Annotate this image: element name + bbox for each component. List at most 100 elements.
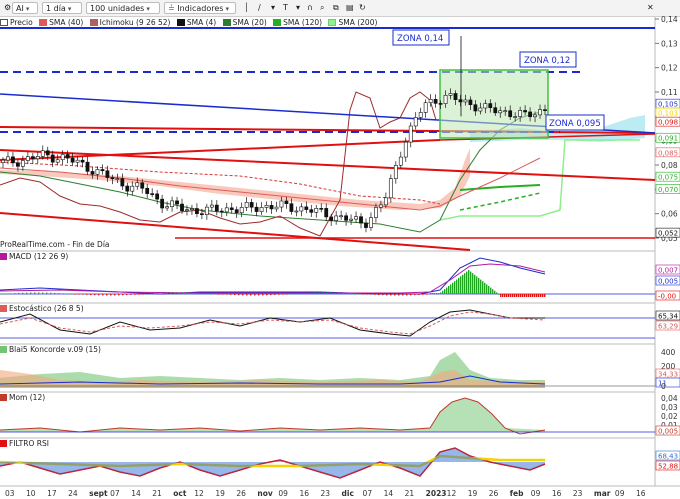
macd-bar (528, 294, 530, 297)
candle-body (150, 193, 155, 195)
date-axis-label: 14 (131, 489, 141, 498)
macd-bar (456, 279, 458, 294)
macd-bar (74, 294, 76, 295)
candle-body (40, 150, 45, 157)
price-tag-label: 0,070 (658, 186, 678, 194)
candle-body (264, 205, 269, 208)
macd-bar (130, 294, 132, 295)
date-axis-label: 26 (236, 489, 246, 498)
date-axis-label: 14 (384, 489, 394, 498)
candle-body (125, 185, 130, 192)
candle-body (523, 110, 528, 113)
macd-bar (492, 289, 494, 294)
macd-bar (322, 292, 324, 294)
candle-body (319, 208, 324, 210)
date-axis-label: 10 (26, 489, 36, 498)
candle-body (284, 200, 289, 204)
macd-bar (178, 292, 180, 294)
macd-bar (102, 294, 104, 296)
mom-panel-label[interactable]: Mom (12) (0, 393, 45, 403)
indicator-axis-label: 0 (661, 382, 666, 391)
blai5-panel-label[interactable]: Blai5 Koncorde v.09 (15) (0, 345, 101, 355)
macd-bar (314, 292, 316, 294)
macd-bar (150, 293, 152, 295)
macd-bar (226, 294, 228, 295)
macd-bar (462, 274, 464, 294)
macd-bar (382, 294, 384, 296)
macd-bar (122, 294, 124, 296)
macd-bar (498, 294, 500, 295)
macd-bar (42, 292, 44, 294)
rsi-panel-label[interactable]: FILTRO RSI (0, 439, 49, 449)
price-tag-label: 0,103 (658, 110, 678, 118)
macd-bar (518, 294, 520, 297)
macd-bar (486, 284, 488, 294)
macd-bar (466, 271, 468, 294)
date-axis-label: 19 (215, 489, 225, 498)
macd-bar (182, 292, 184, 294)
candle-body (403, 141, 408, 158)
candle-body (299, 206, 304, 212)
candle-body (50, 154, 55, 163)
macd-bar (18, 292, 20, 294)
date-axis-label: 19 (468, 489, 478, 498)
date-axis-label: 12 (194, 489, 204, 498)
macd-bar (542, 294, 544, 297)
macd-bar (426, 294, 428, 295)
macd-bar (222, 294, 224, 295)
candle-body (20, 160, 25, 167)
indicator-tag-label: -0,00 (658, 293, 676, 301)
macd-panel-label[interactable]: MACD (12 26 9) (0, 252, 68, 262)
macd-bar (544, 294, 546, 297)
candle-body (130, 185, 135, 192)
candle-body (85, 161, 90, 172)
macd-bar (398, 294, 400, 296)
macd-bar (432, 293, 434, 294)
macd-bar (490, 287, 492, 294)
macd-bar (450, 284, 452, 294)
candle-body (349, 218, 353, 221)
candle-body (289, 203, 294, 212)
candle-body (140, 182, 145, 189)
price-tick-label: 0,11 (661, 88, 678, 97)
macd-bar (438, 293, 440, 294)
macd-bar (10, 293, 12, 294)
candle-body (518, 110, 523, 117)
candle-body (354, 216, 358, 220)
candle-body (304, 206, 309, 210)
date-axis: 03 10 17 24 sept 07 14 21 oct 12 19 26 nov 09 16 23 dic 0… (5, 489, 646, 498)
price-tag-label: 0,105 (658, 101, 678, 109)
macd-bar (194, 292, 196, 294)
macd-bar (434, 293, 436, 294)
macd-bar (58, 293, 60, 294)
macd-bar (436, 293, 438, 294)
macd-bar (402, 294, 404, 296)
macd-bar (282, 294, 284, 295)
macd-bar (2, 293, 4, 295)
date-axis-label: 03 (5, 489, 15, 498)
macd-bar (480, 279, 482, 294)
candle-body (115, 178, 120, 180)
date-axis-label: sept (89, 489, 108, 498)
date-axis-label: 2023 (426, 489, 447, 498)
macd-bar (460, 276, 462, 294)
candle-body (344, 215, 349, 221)
macd-bar (202, 293, 204, 294)
candle-body (209, 204, 214, 208)
macd-bar (158, 293, 160, 294)
zone-0095-label: ZONA 0,095 (549, 119, 601, 129)
macd-bar (394, 294, 396, 296)
candle-body (374, 207, 378, 218)
macd-bar (516, 294, 518, 297)
candle-body (1, 159, 5, 163)
candle-body (418, 112, 423, 118)
stoch-panel-label[interactable]: Estocástico (26 8 5) (0, 304, 84, 314)
macd-bar (110, 294, 112, 296)
macd-bar (238, 294, 240, 296)
macd-bar (118, 294, 120, 296)
macd-bar (62, 293, 64, 294)
macd-bar (474, 274, 476, 294)
price-tag-label: 0,052 (658, 230, 678, 238)
macd-bar (38, 292, 40, 294)
date-axis-label: 21 (405, 489, 415, 498)
